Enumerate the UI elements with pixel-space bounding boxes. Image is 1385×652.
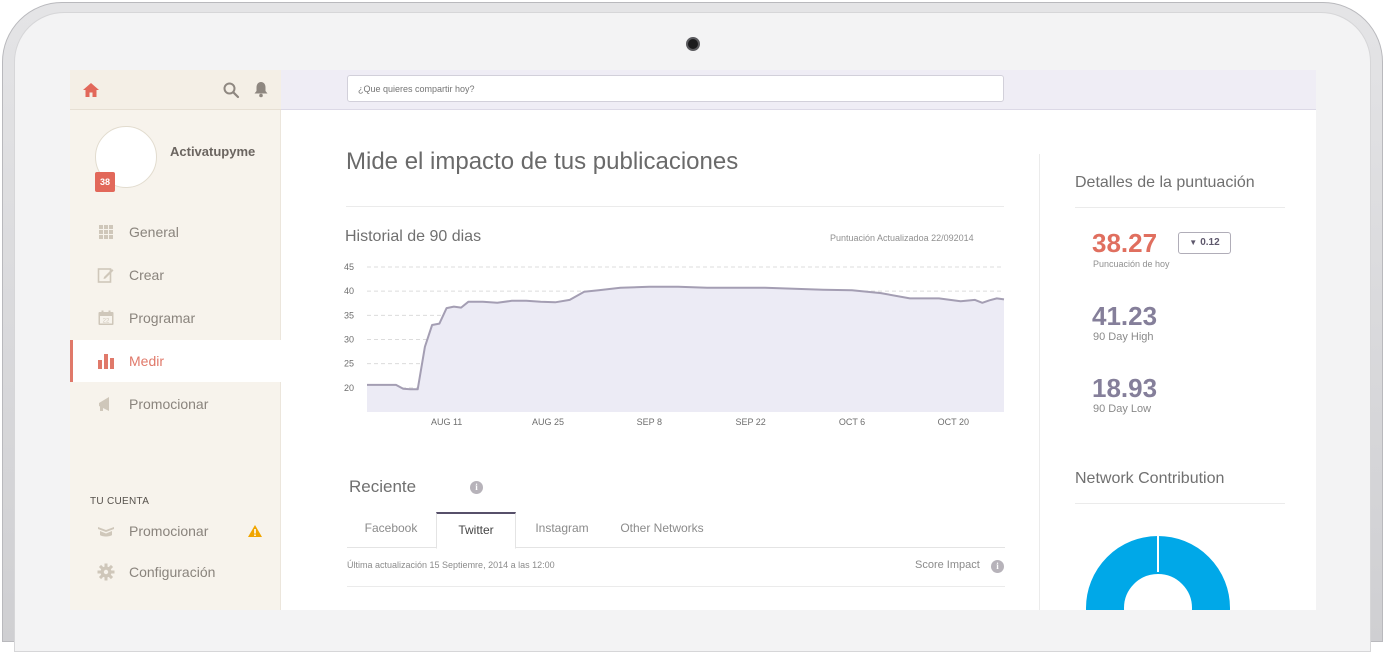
top-bar-right	[281, 70, 1316, 110]
calendar-icon: 22	[97, 309, 115, 327]
last-update-text: Última actualización 15 Septiemre, 2014 …	[347, 560, 555, 570]
network-contribution-donut	[1086, 536, 1230, 610]
high-score: 41.23	[1092, 301, 1158, 331]
divider	[347, 586, 1005, 587]
down-triangle-icon: ▼	[1189, 238, 1198, 247]
x-tick-label: AUG 11	[431, 417, 462, 427]
high-score-label: 90 Day High	[1093, 331, 1154, 343]
username: Activatupyme	[170, 144, 256, 159]
sidebar-item-label: Promocionar	[129, 396, 209, 412]
gear-icon	[97, 563, 115, 581]
sidebar-item-label: General	[129, 224, 179, 240]
score-impact-info-icon[interactable]: i	[991, 560, 1004, 573]
sidebar-item-crear[interactable]: Crear	[70, 254, 281, 296]
network-contribution-title: Network Contribution	[1075, 470, 1225, 487]
sidebar-item-general[interactable]: General	[70, 211, 281, 253]
y-tick-label: 30	[344, 335, 354, 345]
megaphone-icon	[97, 395, 115, 413]
divider	[1075, 207, 1285, 208]
x-tick-label: AUG 25	[532, 417, 564, 427]
score-impact-label: Score Impact	[915, 559, 980, 571]
home-icon[interactable]	[82, 81, 100, 99]
sidebar-item-label: Programar	[129, 310, 196, 326]
low-score-label: 90 Day Low	[1093, 403, 1152, 415]
notification-badge: 38	[95, 172, 115, 192]
recent-title: Reciente	[349, 477, 417, 496]
current-score: 38.27	[1092, 228, 1158, 258]
y-tick-label: 45	[344, 262, 354, 272]
sidebar-item-label: Configuración	[129, 564, 216, 580]
x-tick-label: OCT 20	[938, 417, 969, 427]
laptop-frame: 38 Activatupyme General Crear 22 Program…	[0, 0, 1385, 652]
sidebar: 38 Activatupyme General Crear 22 Program…	[70, 110, 281, 610]
bar-chart-icon	[97, 352, 115, 370]
search-icon[interactable]	[222, 81, 240, 99]
top-bar	[70, 70, 1316, 110]
x-tick-label: SEP 8	[637, 417, 662, 427]
webcam-icon	[686, 37, 700, 51]
y-tick-label: 25	[344, 359, 354, 369]
details-title: Detalles de la puntuación	[1075, 174, 1255, 191]
sidebar-item-programar[interactable]: 22 Programar	[70, 297, 281, 339]
tab-instagram[interactable]: Instagram	[519, 512, 605, 548]
current-score-label: Puncuación de hoy	[1093, 259, 1170, 269]
chart-updated-text: Puntuación Actualizadoa 22/092014	[830, 233, 974, 243]
sidebar-item-account-promocionar[interactable]: Promocionar	[70, 510, 281, 552]
sidebar-item-promocionar[interactable]: Promocionar	[70, 383, 281, 425]
sidebar-item-label: Medir	[129, 353, 165, 369]
tab-other-networks[interactable]: Other Networks	[605, 512, 719, 548]
warning-icon	[247, 524, 263, 538]
y-tick-label: 35	[344, 310, 354, 320]
sidebar-item-configuracion[interactable]: Configuración	[70, 551, 281, 593]
y-tick-label: 20	[344, 383, 354, 393]
score-history-chart: 20 25 30 35 40 45 AUG 11 AUG 25 SEP 8 SEP 22 OCT 6…	[344, 262, 1005, 427]
chart-title: Historial de 90 dias	[345, 228, 482, 245]
edit-icon	[97, 266, 115, 284]
share-input[interactable]	[347, 75, 1004, 102]
grid-icon	[97, 223, 115, 241]
x-tick-label: SEP 22	[735, 417, 765, 427]
account-section-title: TU CUENTA	[90, 496, 150, 507]
tab-facebook[interactable]: Facebook	[347, 512, 435, 548]
app-screen: 38 Activatupyme General Crear 22 Program…	[70, 70, 1316, 610]
x-tick-label: OCT 6	[839, 417, 865, 427]
sidebar-item-medir[interactable]: Medir	[70, 340, 281, 382]
y-tick-label: 40	[344, 286, 354, 296]
sidebar-item-label: Crear	[129, 267, 165, 283]
svg-text:22: 22	[103, 318, 110, 324]
network-tabs: Facebook Twitter Instagram Other Network…	[347, 512, 1005, 549]
low-score: 18.93	[1092, 373, 1158, 403]
divider	[1075, 503, 1285, 504]
info-icon[interactable]: i	[470, 481, 483, 494]
divider	[346, 206, 1004, 207]
sidebar-item-label: Promocionar	[129, 523, 209, 539]
bell-icon[interactable]	[252, 80, 270, 98]
page-title: Mide el impacto de tus publicaciones	[346, 148, 739, 175]
tab-twitter[interactable]: Twitter	[436, 512, 516, 549]
column-divider	[1039, 154, 1040, 610]
promote-icon	[97, 522, 115, 540]
top-bar-left	[70, 70, 281, 110]
score-delta-value: 0.12	[1200, 237, 1220, 248]
score-delta-badge: ▼ 0.12	[1178, 232, 1231, 254]
